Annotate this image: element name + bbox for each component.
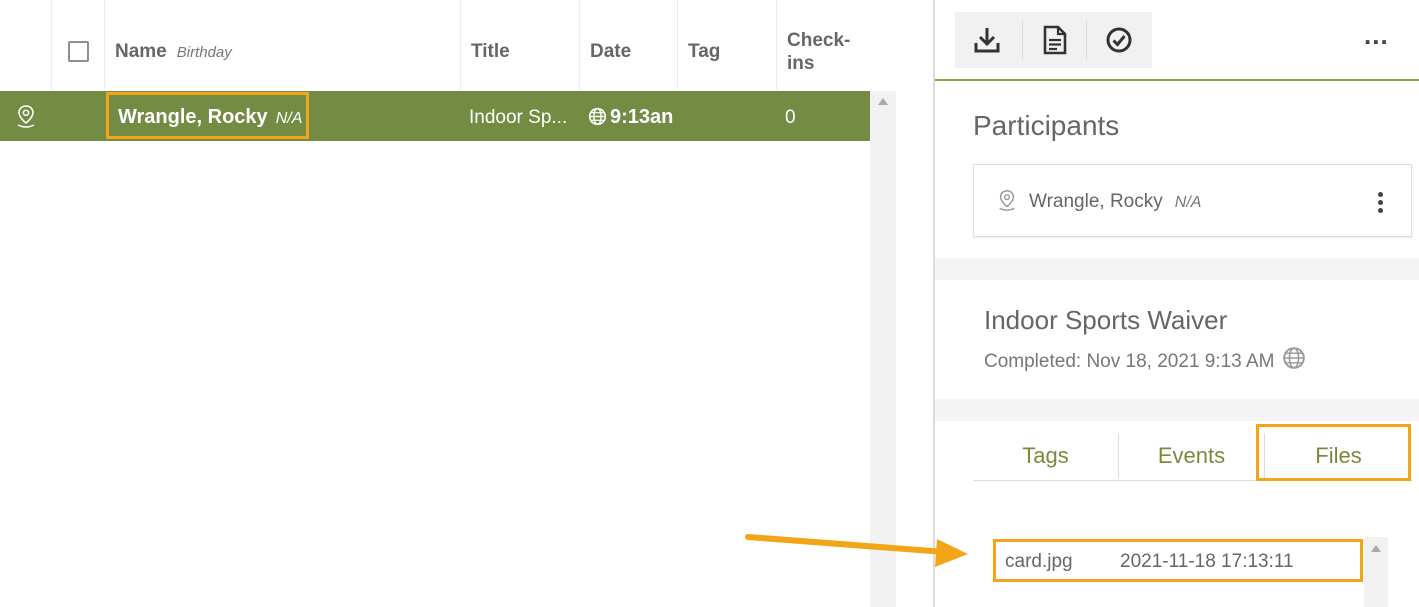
waiver-completed-line: Completed: Nov 18, 2021 9:13 AM (984, 346, 1306, 373)
complete-button[interactable] (1087, 12, 1151, 68)
check-circle-icon (1106, 27, 1132, 53)
pane-divider-edge (933, 0, 935, 607)
row-name: Wrangle, Rocky (118, 106, 268, 128)
detail-toolbar (955, 12, 1152, 68)
row-title-cell: Indoor Sp... (469, 107, 568, 128)
tab-events[interactable]: Events (1119, 433, 1264, 479)
participant-card[interactable]: Wrangle, Rocky N/A (973, 164, 1412, 237)
column-divider (677, 0, 678, 90)
files-tab-highlight-box (1256, 424, 1411, 481)
file-list-item[interactable]: card.jpg 2021-11-18 17:13:11 (993, 539, 1363, 582)
row-date-cell: 9:13an (588, 106, 673, 129)
scroll-up-arrow-icon[interactable] (878, 98, 888, 105)
row-birthday: N/A (275, 110, 303, 127)
column-divider (460, 0, 461, 90)
participant-name-line: Wrangle, Rocky N/A (1029, 191, 1201, 213)
pane-divider[interactable] (896, 0, 934, 607)
birthday-header-label: Birthday (176, 44, 232, 61)
participant-name: Wrangle, Rocky (1029, 191, 1163, 212)
row-name-cell[interactable]: Wrangle, Rocky N/A (118, 106, 302, 129)
toolbar-divider (935, 79, 1419, 81)
tab-tags[interactable]: Tags (973, 433, 1118, 479)
scroll-up-arrow-icon[interactable] (1371, 545, 1381, 552)
table-header: Name Birthday Title Date Tag Check- ins (0, 0, 895, 90)
checkins-header-line1: Check- (787, 30, 851, 51)
download-button[interactable] (955, 12, 1019, 68)
document-button[interactable] (1023, 12, 1087, 68)
location-pin-icon (17, 105, 35, 128)
checkins-header-line2: ins (787, 53, 815, 74)
participant-birthday: N/A (1174, 194, 1202, 211)
download-icon (974, 28, 1000, 53)
column-divider (776, 0, 777, 90)
row-checkins-cell: 0 (785, 107, 796, 128)
table-row[interactable]: Wrangle, Rocky N/A Indoor Sp... 9:13an 0 (0, 91, 870, 141)
tag-column-header[interactable]: Tag (688, 41, 720, 63)
select-all-checkbox[interactable] (68, 41, 89, 62)
column-divider (579, 0, 580, 90)
row-date: 9:13an (610, 106, 673, 128)
title-column-header[interactable]: Title (471, 41, 510, 63)
column-divider (104, 0, 105, 90)
section-separator (935, 399, 1419, 421)
globe-icon (1283, 347, 1306, 369)
location-pin-icon (999, 190, 1015, 211)
globe-icon (588, 107, 607, 126)
checkins-column-header[interactable]: Check- ins (787, 29, 850, 75)
waiver-completed-text: Completed: Nov 18, 2021 9:13 AM (984, 351, 1275, 372)
file-list-scrollbar[interactable] (1364, 537, 1388, 607)
section-separator (935, 258, 1419, 280)
file-date: 2021-11-18 17:13:11 (1120, 551, 1294, 572)
waiver-title: Indoor Sports Waiver (984, 305, 1228, 335)
name-header-label: Name (115, 41, 167, 62)
file-name: card.jpg (1005, 551, 1073, 572)
name-column-header[interactable]: Name Birthday (115, 41, 232, 63)
date-column-header[interactable]: Date (590, 41, 631, 63)
document-icon (1043, 25, 1067, 55)
column-divider (51, 0, 52, 90)
pointer-arrow-icon (745, 534, 968, 567)
participants-title: Participants (973, 110, 1120, 141)
participant-menu-button[interactable] (1370, 187, 1390, 217)
more-options-button[interactable]: ... (1364, 22, 1394, 48)
